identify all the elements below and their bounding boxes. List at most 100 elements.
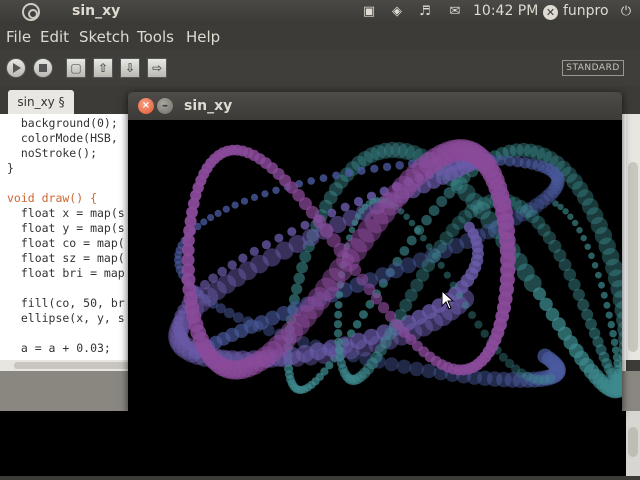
minimize-icon: – xyxy=(162,98,168,112)
ellipse-dot xyxy=(455,291,464,300)
ellipse-dot xyxy=(250,193,259,201)
ellipse-dot xyxy=(403,213,410,220)
ellipse-dot xyxy=(611,346,620,354)
run-button[interactable] xyxy=(6,58,26,78)
sinusoid-drawing xyxy=(168,139,622,399)
ellipse-dot xyxy=(436,196,448,207)
ellipse-dot xyxy=(274,233,284,243)
ellipse-dot xyxy=(480,329,489,338)
ellipse-dot xyxy=(607,320,615,329)
open-button[interactable]: ⇧ xyxy=(93,58,113,78)
ellipse-dot xyxy=(382,162,392,172)
ellipse-dot xyxy=(307,177,315,185)
ellipse-dot xyxy=(351,219,359,226)
console-output[interactable] xyxy=(0,411,626,476)
ellipse-dot xyxy=(562,208,569,215)
ellipse-dot xyxy=(612,353,621,362)
ellipse-dot xyxy=(397,359,412,374)
menubar: File Edit Sketch Tools Help xyxy=(0,25,640,50)
code-line: float bri = map xyxy=(7,266,125,280)
save-button[interactable]: ⇩ xyxy=(120,58,140,78)
ellipse-dot xyxy=(603,301,611,309)
mode-selector[interactable]: STANDARD xyxy=(562,60,624,76)
menu-sketch[interactable]: Sketch xyxy=(79,28,130,46)
sketch-titlebar[interactable]: × – sin_xy xyxy=(128,92,622,120)
ellipse-dot xyxy=(340,202,350,212)
mail-icon[interactable]: ✉ xyxy=(446,4,464,20)
editor-vertical-scrollbar[interactable] xyxy=(626,114,640,360)
ellipse-dot xyxy=(370,292,383,305)
ellipse-dot xyxy=(605,311,613,319)
tab-sin-xy[interactable]: sin_xy § xyxy=(8,90,74,114)
stop-button[interactable] xyxy=(33,58,53,78)
ellipse-dot xyxy=(354,213,362,220)
ubuntu-logo-icon[interactable] xyxy=(22,3,40,21)
ellipse-dot xyxy=(409,361,424,377)
scroll-thumb[interactable] xyxy=(628,162,638,352)
code-line: float x = map(s xyxy=(7,206,125,220)
ellipse-dot xyxy=(399,246,410,256)
console-scrollbar[interactable] xyxy=(626,411,640,476)
arrow-down-icon: ⇩ xyxy=(124,61,136,75)
ellipse-dot xyxy=(523,274,542,293)
ellipse-dot xyxy=(293,272,305,284)
menu-file[interactable]: File xyxy=(6,28,31,46)
ellipse-dot xyxy=(319,174,328,182)
ellipse-dot xyxy=(370,164,379,173)
ellipse-dot xyxy=(421,214,432,226)
ellipse-dot xyxy=(333,329,343,338)
ellipse-dot xyxy=(214,209,222,217)
clock[interactable]: 10:42 PM xyxy=(473,3,538,19)
ellipse-dot xyxy=(414,226,421,234)
ellipse-dot xyxy=(584,243,591,250)
active-window-title: sin_xy xyxy=(72,3,121,19)
display-icon[interactable]: ▣ xyxy=(360,4,378,20)
close-icon: × xyxy=(141,100,151,111)
ellipse-dot xyxy=(408,219,416,227)
user-menu[interactable]: funpro xyxy=(563,3,609,19)
ellipse-dot xyxy=(363,283,376,296)
ellipse-dot xyxy=(291,283,303,295)
ellipse-dot xyxy=(567,213,574,220)
ellipse-dot xyxy=(357,166,366,175)
export-button[interactable]: ⇨ xyxy=(147,58,167,78)
ellipse-dot xyxy=(358,207,365,215)
wifi-icon[interactable]: ◈ xyxy=(388,4,406,20)
ellipse-dot xyxy=(249,246,259,256)
ellipse-dot xyxy=(462,301,470,310)
code-line: float co = map( xyxy=(7,236,125,250)
ellipse-dot xyxy=(332,171,340,180)
ellipse-dot xyxy=(356,273,369,286)
sketch-window: × – sin_xy xyxy=(128,92,622,412)
menu-help[interactable]: Help xyxy=(186,28,220,46)
scroll-thumb[interactable] xyxy=(628,427,638,457)
ellipse-dot xyxy=(327,208,337,218)
ellipse-dot xyxy=(299,250,312,263)
volume-icon[interactable]: ♬ xyxy=(416,4,434,20)
play-icon xyxy=(13,63,21,73)
ellipse-dot xyxy=(333,320,343,329)
ellipse-dot xyxy=(200,218,208,226)
menu-tools[interactable]: Tools xyxy=(137,28,174,46)
ellipse-dot xyxy=(296,261,308,274)
ellipse-dot xyxy=(576,227,583,234)
code-line: ellipse(x, y, s xyxy=(7,311,125,325)
menu-edit[interactable]: Edit xyxy=(40,28,69,46)
close-button[interactable]: × xyxy=(138,98,154,114)
sketch-canvas[interactable] xyxy=(128,120,622,412)
code-line: float sz = map( xyxy=(7,251,125,265)
sketch-window-title: sin_xy xyxy=(184,98,233,114)
ellipse-dot xyxy=(580,234,587,242)
ellipse-dot xyxy=(610,338,619,347)
arrow-up-icon: ⇧ xyxy=(97,61,109,75)
ellipse-dot xyxy=(600,291,608,299)
ellipse-dot xyxy=(468,311,477,320)
minimize-button[interactable]: – xyxy=(157,98,173,114)
ellipse-dot xyxy=(498,352,508,362)
scroll-thumb[interactable] xyxy=(14,362,134,369)
power-icon[interactable]: ⏻ xyxy=(617,4,635,20)
new-button[interactable]: ▢ xyxy=(66,58,86,78)
stop-icon xyxy=(39,64,47,72)
toolbar: ▢ ⇧ ⇩ ⇨ STANDARD xyxy=(0,50,640,87)
new-file-icon: ▢ xyxy=(70,61,82,75)
